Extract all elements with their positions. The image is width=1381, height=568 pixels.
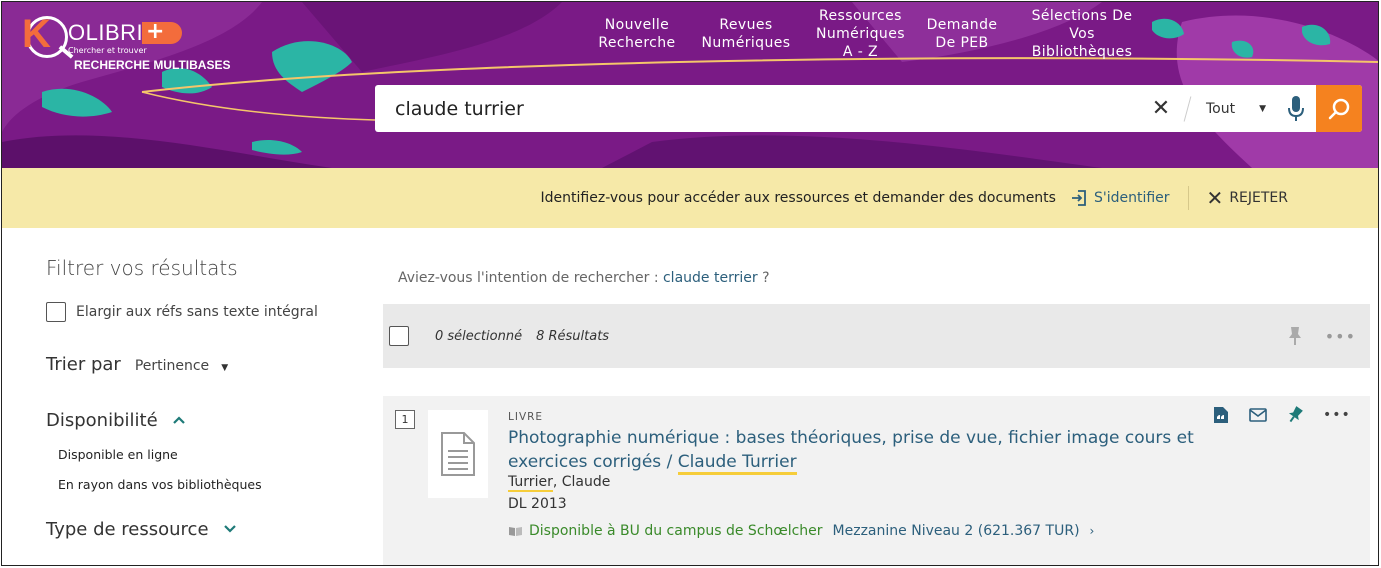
result-actions: •••	[1213, 406, 1371, 424]
facet-on-shelf[interactable]: En rayon dans vos bibliothèques	[58, 477, 262, 492]
logo-letter-k: K	[22, 12, 51, 56]
sign-in-icon	[1071, 190, 1086, 206]
availability-section-toggle[interactable]: Disponibilité	[46, 410, 186, 431]
search-submit-button[interactable]	[1316, 85, 1362, 132]
pin-icon[interactable]	[1287, 326, 1303, 346]
did-you-mean-prefix: Aviez-vous l'intention de rechercher :	[398, 270, 659, 286]
toolbar-actions: •••	[1287, 326, 1356, 346]
search-scope-select[interactable]: Tout ▼	[1196, 101, 1276, 117]
result-author: Turrier, Claude	[508, 474, 611, 492]
expand-checkbox-label: Elargir aux réfs sans texte intégral	[76, 304, 318, 320]
banner-divider	[1187, 186, 1189, 210]
email-icon[interactable]	[1249, 408, 1267, 422]
resource-type-section-toggle[interactable]: Type de ressource	[46, 519, 237, 540]
book-icon	[509, 527, 522, 536]
facet-available-online[interactable]: Disponible en ligne	[58, 447, 178, 462]
result-title-author: Claude Turrier	[677, 452, 797, 475]
more-options-icon[interactable]: •••	[1325, 327, 1356, 346]
close-icon[interactable]: ✕	[1143, 96, 1179, 121]
did-you-mean: Aviez-vous l'intention de rechercher : c…	[398, 270, 770, 286]
chevron-down-icon	[223, 522, 237, 538]
result-title-text: Photographie numérique : bases théorique…	[508, 428, 1194, 472]
sort-select[interactable]: Pertinence	[135, 358, 209, 374]
kolibris-logo[interactable]: K OLIBRIS + Chercher et trouver RECHERCH…	[22, 12, 252, 82]
banner-message: Identifiez-vous pour accéder aux ressour…	[540, 190, 1056, 206]
document-thumbnail-icon[interactable]	[428, 410, 488, 498]
did-you-mean-suggestion[interactable]: claude terrier	[663, 270, 758, 286]
microphone-icon[interactable]	[1276, 95, 1316, 123]
chevron-right-icon: ›	[1089, 524, 1095, 538]
pin-icon[interactable]	[1287, 406, 1303, 424]
results-count: 8 Résultats	[536, 328, 610, 344]
result-author-last: Turrier	[508, 474, 553, 492]
close-icon: ✕	[1206, 186, 1224, 210]
dismiss-button[interactable]: ✕ REJETER	[1207, 186, 1288, 210]
availability-label: Disponibilité	[46, 410, 158, 431]
caret-down-icon: ▼	[1259, 103, 1266, 114]
login-link[interactable]: S'identifier	[1070, 189, 1170, 207]
result-date: DL 2013	[508, 496, 567, 512]
login-banner: Identifiez-vous pour accéder aux ressour…	[2, 168, 1378, 228]
result-number[interactable]: 1	[395, 410, 415, 429]
result-item: 1 LIVRE Photographie numérique : bases t…	[383, 396, 1371, 565]
nav-ill-request[interactable]: Demande De PEB	[909, 6, 1015, 62]
header: K OLIBRIS + Chercher et trouver RECHERCH…	[2, 2, 1378, 168]
nav-digital-resources-az[interactable]: Ressources Numériques A - Z	[805, 6, 909, 62]
availability-status: Disponible à BU du campus de Schœlcher	[529, 523, 823, 539]
logo-tagline: Chercher et trouver	[68, 46, 147, 55]
app-frame: K OLIBRIS + Chercher et trouver RECHERCH…	[1, 1, 1379, 566]
search-divider	[1183, 95, 1192, 122]
expand-checkbox[interactable]	[46, 302, 66, 322]
dismiss-label: REJETER	[1229, 190, 1288, 206]
logo-plus: +	[142, 21, 182, 44]
did-you-mean-suffix: ?	[762, 270, 770, 286]
result-availability[interactable]: Disponible à BU du campus de Schœlcher M…	[508, 523, 1094, 539]
nav-new-search[interactable]: Nouvelle Recherche	[587, 6, 687, 62]
availability-location: Mezzanine Niveau 2 (621.367 TUR)	[832, 523, 1080, 539]
more-options-icon[interactable]: •••	[1323, 407, 1351, 423]
caret-down-icon[interactable]: ▼	[221, 363, 228, 373]
result-author-first: , Claude	[552, 474, 611, 490]
search-scope-value: Tout	[1206, 100, 1236, 117]
sort-row: Trier par Pertinence ▼	[46, 354, 228, 375]
logo-subtitle: RECHERCHE MULTIBASES	[74, 58, 231, 72]
search-icon	[1328, 98, 1350, 119]
expand-checkbox-row[interactable]: Elargir aux réfs sans texte intégral	[46, 302, 318, 322]
chevron-up-icon	[172, 413, 186, 429]
filter-title: Filtrer vos résultats	[46, 256, 238, 280]
sort-label: Trier par	[46, 354, 121, 375]
login-label: S'identifier	[1093, 190, 1170, 206]
results-toolbar: 0 sélectionné 8 Résultats •••	[383, 304, 1370, 368]
resource-type-label: Type de ressource	[46, 519, 209, 540]
result-title[interactable]: Photographie numérique : bases théorique…	[508, 426, 1208, 475]
citation-icon[interactable]	[1213, 406, 1229, 424]
main-nav: Nouvelle Recherche Revues Numériques Res…	[587, 6, 1149, 62]
search-input[interactable]	[375, 85, 1143, 132]
result-type: LIVRE	[508, 411, 544, 423]
select-all-checkbox[interactable]	[389, 326, 409, 346]
nav-digital-journals[interactable]: Revues Numériques	[687, 6, 805, 62]
selected-count: 0 sélectionné	[435, 328, 523, 344]
nav-library-selections[interactable]: Sélections De Vos Bibliothèques	[1015, 6, 1149, 62]
search-bar: ✕ Tout ▼	[375, 85, 1362, 132]
